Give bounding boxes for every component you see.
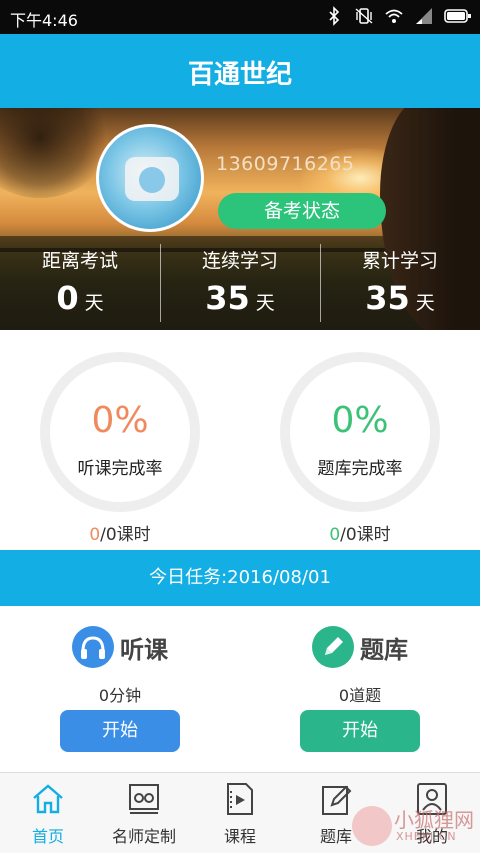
lecture-done-count: 0 [89, 525, 101, 545]
battery-icon [444, 9, 471, 23]
status-icons [324, 6, 472, 26]
bluetooth-icon [329, 6, 340, 26]
lecture-progress-ring[interactable]: 0% 听课完成率 [40, 352, 200, 512]
stat-continuous-study: 连续学习 35 天 [160, 244, 320, 324]
stat-days-to-exam: 距离考试 0天 [0, 244, 160, 324]
question-bank-task-amount: 0道题 [338, 686, 382, 705]
status-time: 下午4:46 [10, 11, 78, 30]
question-bank-done-count: 0 [329, 525, 341, 545]
headphones-icon [72, 626, 114, 668]
nav-item-course[interactable]: 课程 [192, 773, 288, 853]
lecture-task-amount: 0分钟 [98, 686, 142, 705]
stat-unit: 天 [255, 292, 275, 314]
question-bank-task-name: 题库 [360, 635, 408, 664]
question-bank-progress-count: 0/0课时 [280, 520, 440, 545]
lecture-progress-count: 0/0课时 [40, 520, 200, 545]
task-section: 听课 0分钟 开始 题库 0道题 开始 [0, 606, 480, 772]
exam-status-button[interactable]: 备考状态 [218, 193, 386, 229]
stat-label: 累计学习 [361, 250, 438, 272]
wifi-icon [385, 9, 403, 23]
phone-number: 13609716265 [216, 153, 355, 175]
nav-item-home[interactable]: 首页 [0, 773, 96, 853]
question-bank-total-text: /0课时 [340, 525, 391, 545]
stat-unit: 天 [415, 292, 435, 314]
task-head: 听课 [0, 626, 240, 668]
task-head: 题库 [240, 626, 480, 668]
stat-total-study: 累计学习 35 天 [320, 244, 480, 324]
avatar[interactable] [96, 124, 204, 232]
stat-value: 0天 [0, 279, 160, 317]
avatar-photo-detail [139, 167, 165, 193]
stat-label: 距离考试 [41, 250, 118, 272]
edit-book-icon [322, 785, 352, 815]
nav-label: 首页 [31, 827, 64, 846]
watermark-url: XHEKJ.CN [396, 830, 457, 843]
video-course-icon [227, 783, 253, 815]
progress-section: 0% 听课完成率 0/0课时 0% 题库完成率 0/0课时 [0, 330, 480, 550]
teacher-icon [129, 784, 159, 814]
status-bar: 下午4:46 [0, 0, 480, 34]
stat-label: 连续学习 [201, 250, 278, 272]
stat-value: 35 天 [320, 279, 480, 317]
nav-item-teacher[interactable]: 名师定制 [96, 773, 192, 853]
nav-label: 课程 [223, 827, 256, 846]
question-bank-task-card: 题库 0道题 开始 [240, 606, 480, 772]
question-bank-progress-label: 题库完成率 [317, 459, 403, 479]
page-title: 百通世纪 [187, 60, 292, 90]
lecture-progress-percent: 0% [91, 400, 149, 441]
home-icon [33, 784, 63, 814]
question-bank-progress-ring[interactable]: 0% 题库完成率 [280, 352, 440, 512]
stat-value: 35 天 [160, 279, 320, 317]
stat-number: 0 [56, 279, 79, 317]
lecture-total-text: /0课时 [100, 525, 151, 545]
lecture-progress-label: 听课完成率 [77, 459, 163, 479]
fox-logo-icon [352, 806, 392, 846]
stat-unit: 天 [84, 292, 104, 314]
today-task-banner: 今日任务:2016/08/01 [0, 550, 480, 606]
nav-label: 名师定制 [111, 827, 176, 846]
stat-number: 35 [205, 279, 250, 317]
question-bank-start-button[interactable]: 开始 [300, 710, 420, 752]
signal-icon [416, 8, 432, 24]
stat-number: 35 [365, 279, 410, 317]
watermark: 小狐狸网 XHEKJ.CN [352, 800, 480, 853]
question-bank-progress-percent: 0% [331, 400, 389, 441]
lecture-task-name: 听课 [120, 635, 168, 664]
hero-tree-left-decoration [0, 108, 110, 198]
vibrate-icon [355, 8, 373, 24]
lecture-task-card: 听课 0分钟 开始 [0, 606, 240, 772]
lecture-start-button[interactable]: 开始 [60, 710, 180, 752]
app-header: 百通世纪 [0, 34, 480, 108]
watermark-text: 小狐狸网 [394, 808, 474, 832]
pencil-icon [312, 626, 354, 668]
